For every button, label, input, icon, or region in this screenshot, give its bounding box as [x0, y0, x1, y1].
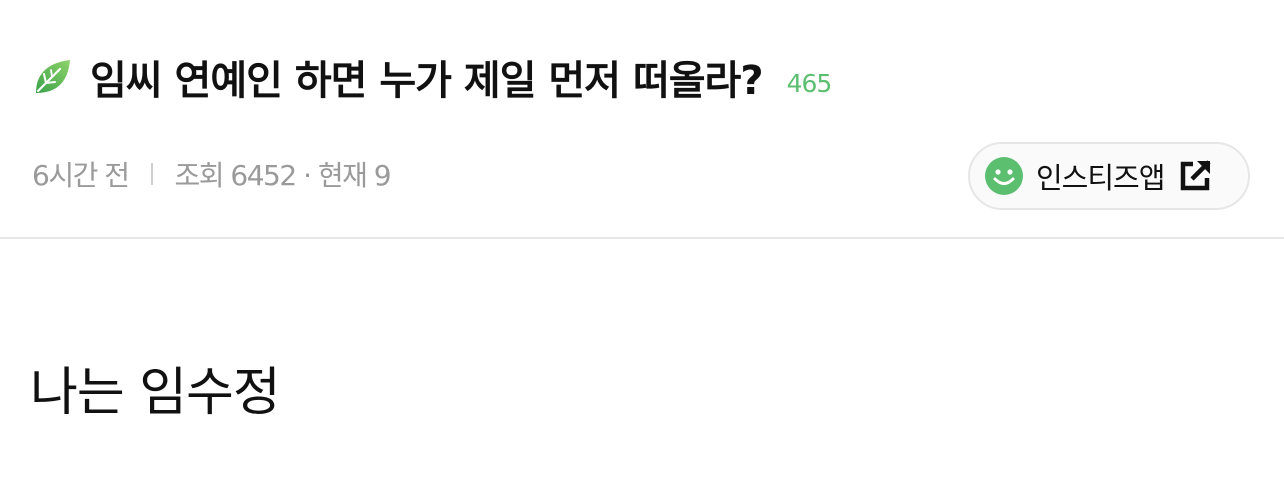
post-meta: 6시간 전 조회 6452 · 현재 9: [32, 154, 392, 194]
meta-divider: [150, 163, 153, 185]
header-divider: [0, 237, 1284, 239]
post-header: 임씨 연예인 하면 누가 제일 먼저 떠올라? 465: [32, 48, 833, 106]
leaf-icon: [32, 57, 72, 97]
post-title: 임씨 연예인 하면 누가 제일 먼저 떠올라?: [90, 58, 764, 104]
view-count: 조회 6452 · 현재 9: [174, 159, 392, 192]
app-button-label: 인스티즈앱: [1036, 161, 1165, 195]
post-page: 임씨 연예인 하면 누가 제일 먼저 떠올라? 465 6시간 전 조회 645…: [0, 0, 1284, 502]
post-body: 나는 임수정: [30, 363, 281, 423]
comment-count[interactable]: 465: [787, 69, 833, 98]
open-app-button[interactable]: 인스티즈앱: [968, 142, 1250, 210]
post-time: 6시간 전: [32, 159, 130, 192]
external-link-icon: [1176, 157, 1214, 195]
smile-icon: [984, 156, 1024, 196]
